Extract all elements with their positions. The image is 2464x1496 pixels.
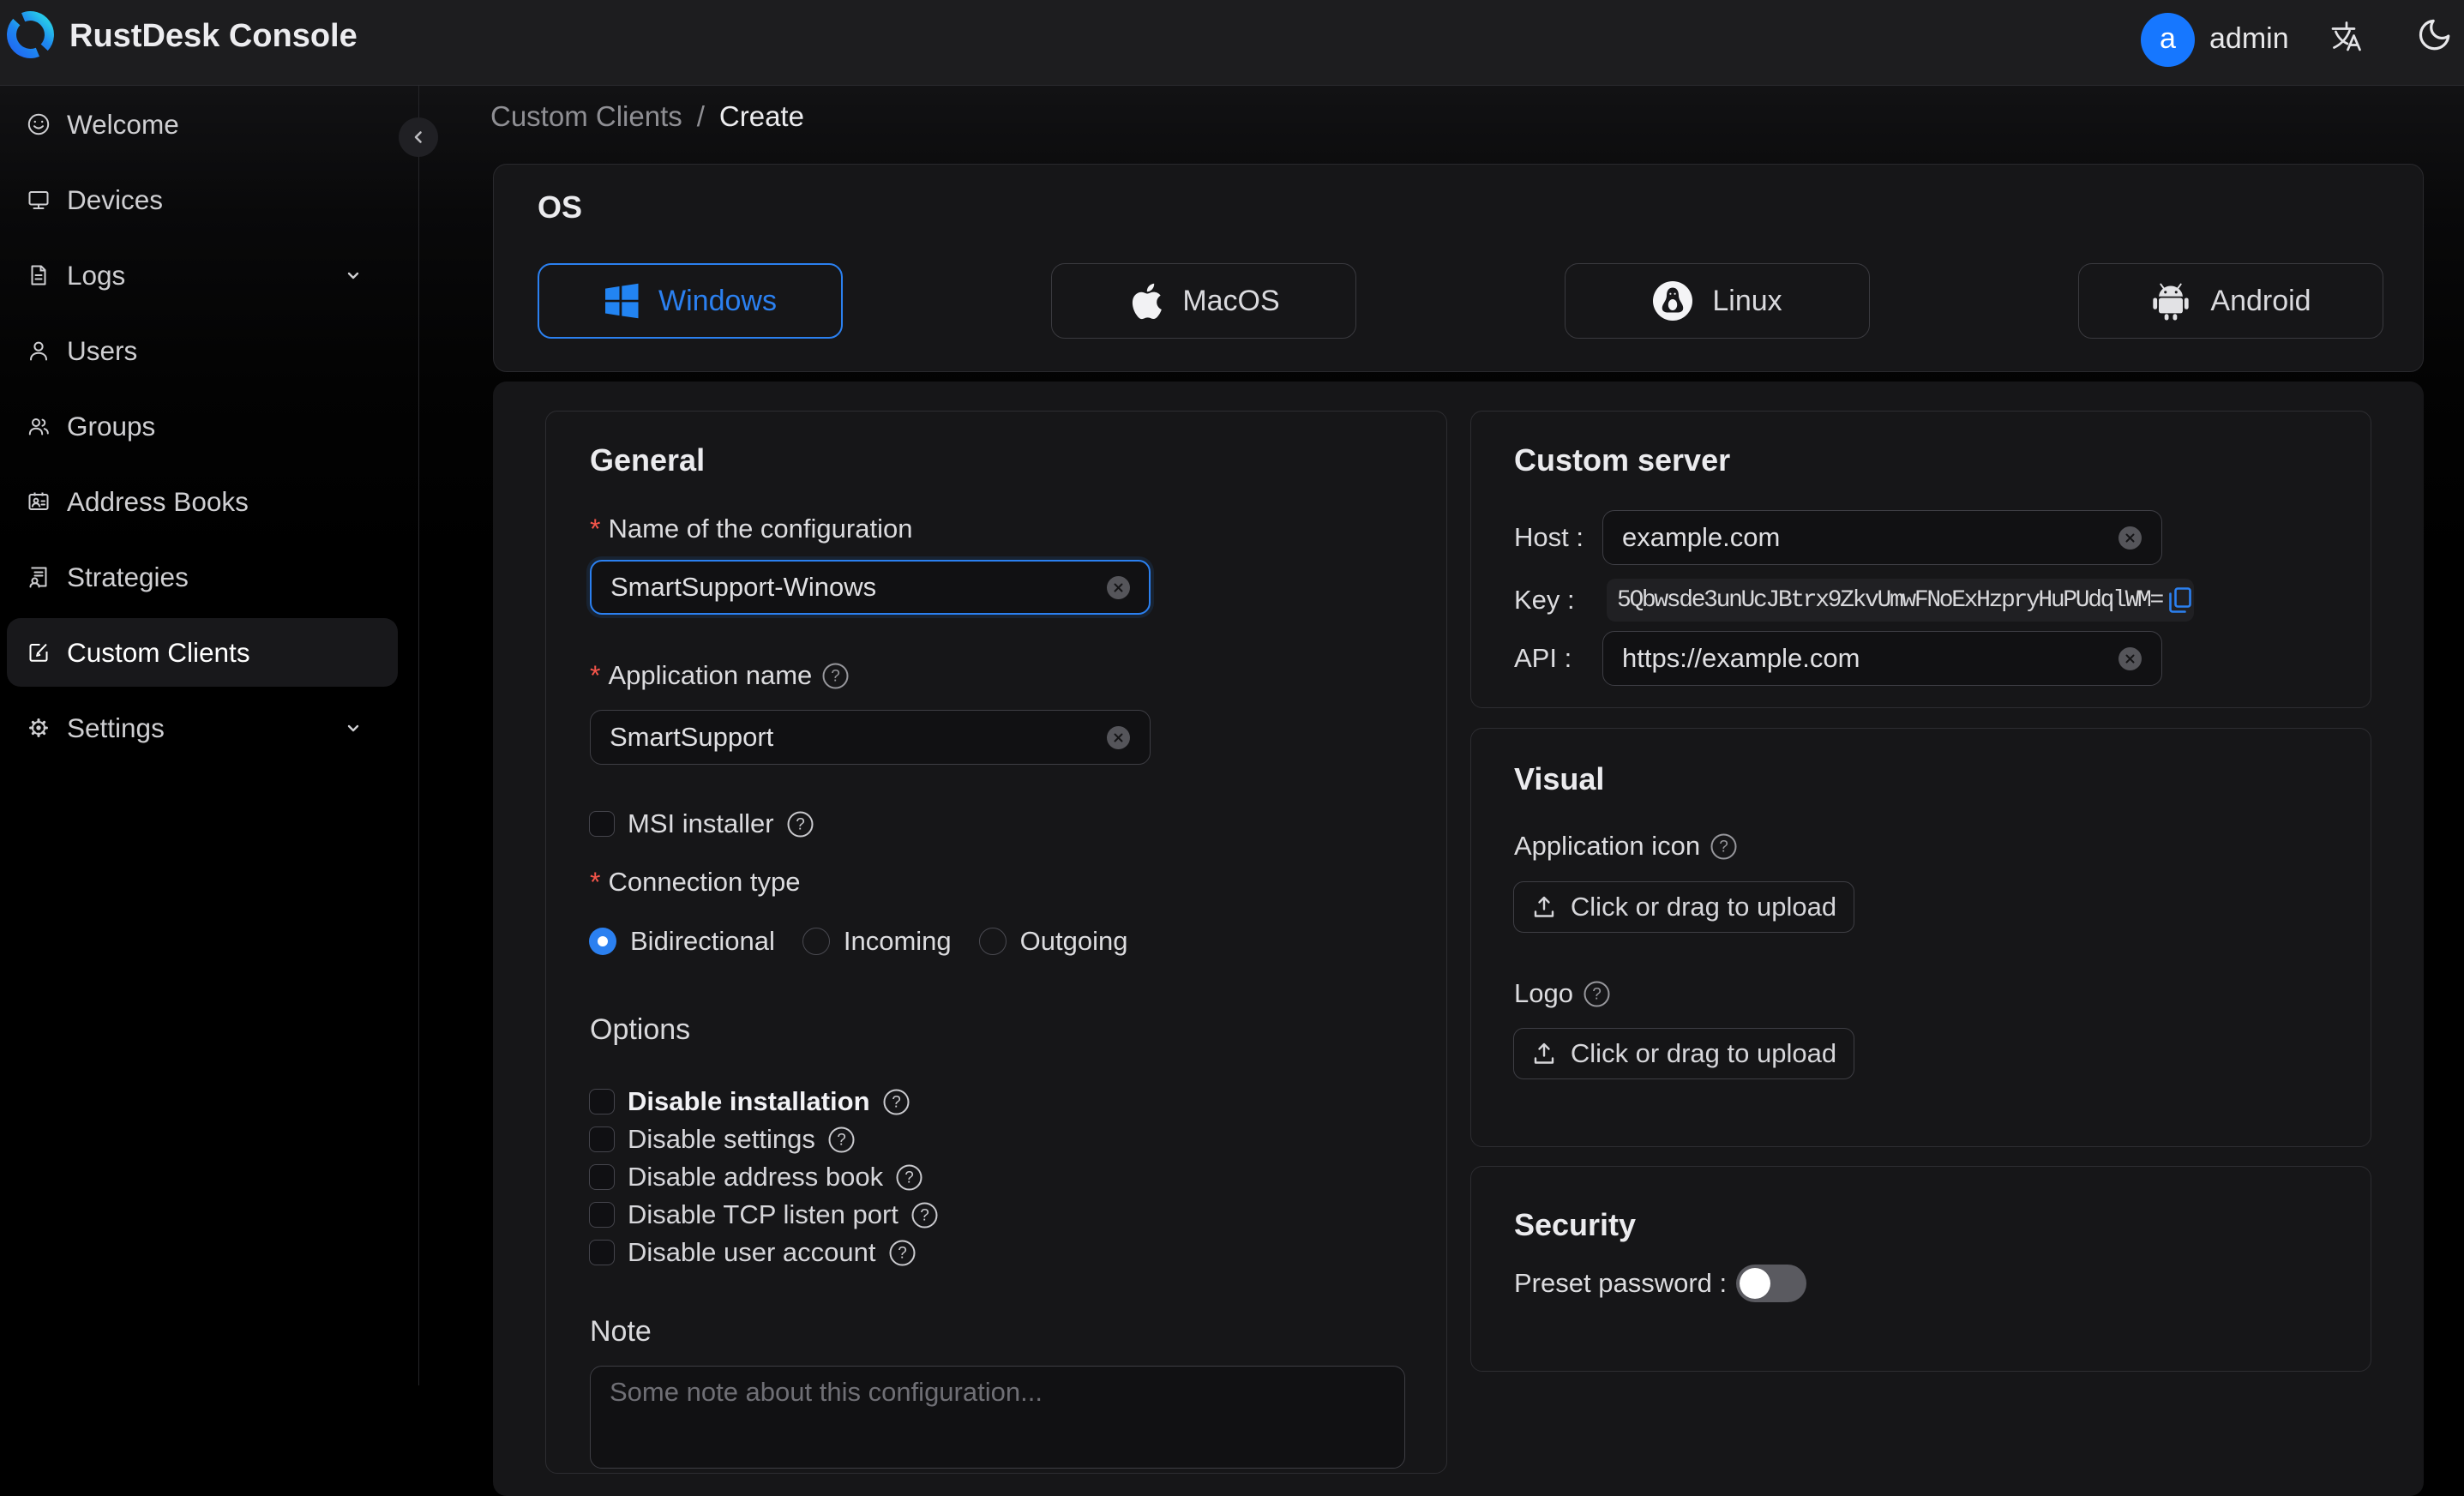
svg-text:?: ? [837, 1131, 846, 1149]
svg-text:?: ? [831, 667, 840, 685]
svg-text:?: ? [898, 1244, 907, 1262]
svg-text:?: ? [904, 1169, 914, 1187]
svg-text:?: ? [1719, 838, 1728, 856]
svg-text:?: ? [1592, 985, 1602, 1003]
svg-text:?: ? [796, 815, 805, 833]
svg-text:?: ? [920, 1206, 929, 1224]
svg-text:?: ? [892, 1093, 901, 1111]
